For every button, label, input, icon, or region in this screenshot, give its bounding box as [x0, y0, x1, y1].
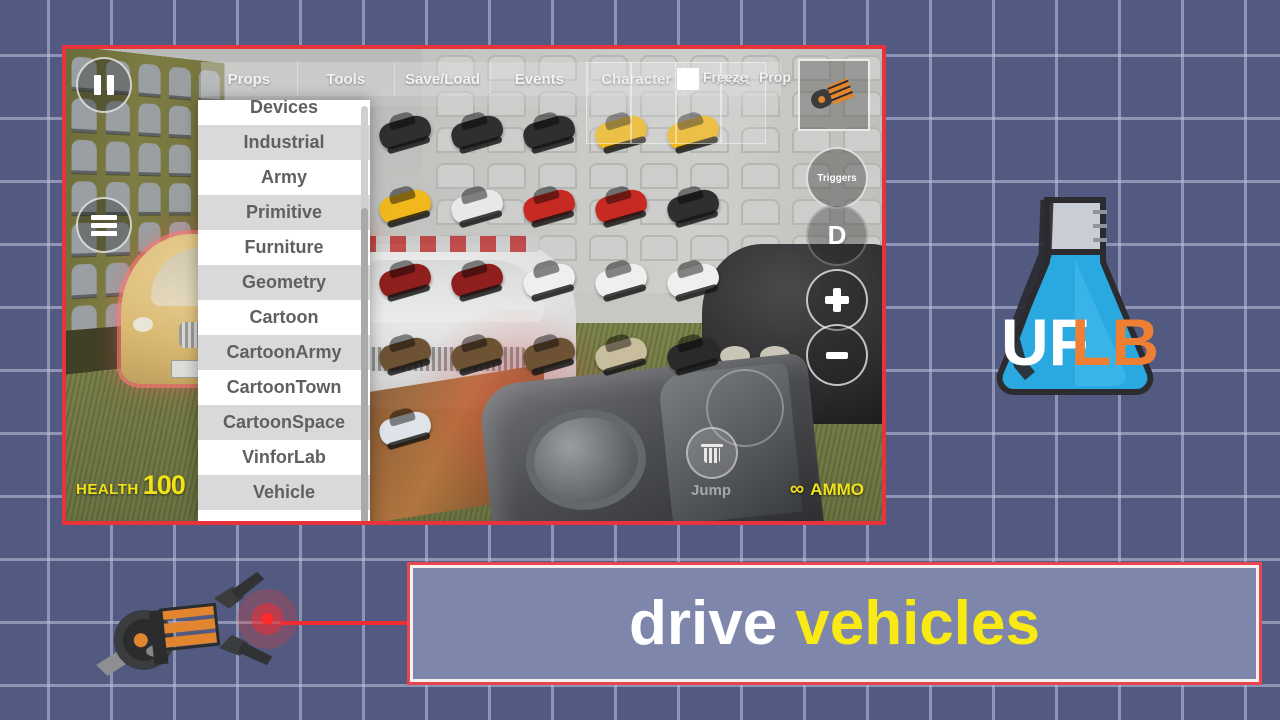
prop-item[interactable]	[371, 175, 439, 247]
infinity-icon: ∞	[790, 478, 804, 501]
car-icon	[520, 186, 577, 225]
category-item-army[interactable]: Army	[198, 160, 370, 195]
ammo-indicator: ∞ AMMO	[790, 478, 864, 501]
prop-item[interactable]	[443, 249, 511, 321]
prop-item[interactable]	[587, 175, 655, 247]
prop-item[interactable]	[371, 101, 439, 173]
category-item-cartoonspace[interactable]: CartoonSpace	[198, 405, 370, 440]
freeze-prop-checkbox[interactable]	[676, 67, 700, 91]
prop-item[interactable]	[515, 101, 583, 173]
pause-icon	[94, 75, 101, 95]
caption-word-drive: drive	[629, 593, 777, 655]
gravity-gun-art	[85, 572, 315, 687]
health-value: 100	[143, 470, 185, 501]
page-root: S-NC 1735	[0, 0, 1280, 720]
prop-item[interactable]	[371, 249, 439, 321]
laser-beam	[280, 621, 408, 625]
car-icon	[376, 112, 433, 151]
prop-item[interactable]	[443, 175, 511, 247]
trash-icon	[704, 444, 720, 463]
health-indicator: HEALTH 100	[76, 470, 185, 501]
category-item-cartoonarmy[interactable]: CartoonArmy	[198, 335, 370, 370]
car-icon	[592, 260, 649, 299]
prop-label: Prop	[759, 69, 791, 85]
menu-button[interactable]	[76, 197, 132, 253]
prop-item[interactable]	[659, 249, 727, 321]
car-icon	[376, 334, 433, 373]
prop-item[interactable]	[587, 323, 655, 395]
prop-item[interactable]	[443, 101, 511, 173]
prop-item[interactable]	[515, 323, 583, 395]
minus-icon	[826, 352, 848, 359]
menu-item-tools[interactable]: Tools	[298, 62, 395, 96]
menu-item-events[interactable]: Events	[491, 62, 588, 96]
car-icon	[664, 260, 721, 299]
prop-item[interactable]	[587, 249, 655, 321]
car-icon	[448, 186, 505, 225]
menu-item-save-load[interactable]: Save/Load	[395, 62, 492, 96]
jump-button[interactable]: Jump	[666, 477, 756, 503]
category-item-cartoon[interactable]: Cartoon	[198, 300, 370, 335]
gravity-gun-icon	[85, 572, 315, 687]
gravity-gun-icon	[807, 73, 861, 115]
weapon-slot[interactable]	[798, 59, 870, 131]
scene-car-headlight-left	[133, 317, 153, 332]
health-label: HEALTH	[76, 481, 139, 498]
prop-item[interactable]	[443, 323, 511, 395]
category-item-cartoontown[interactable]: CartoonTown	[198, 370, 370, 405]
freeze-label: Freeze	[703, 69, 747, 85]
car-icon	[592, 334, 649, 373]
car-icon	[376, 186, 433, 225]
category-item-primitive[interactable]: Primitive	[198, 195, 370, 230]
prop-item[interactable]	[371, 397, 439, 469]
menu-item-props[interactable]: Props	[201, 62, 298, 96]
category-item-vehicle[interactable]: Vehicle	[198, 475, 370, 510]
freeze-slot	[631, 62, 676, 144]
pause-button[interactable]	[76, 57, 132, 113]
car-icon	[520, 260, 577, 299]
flask-icon: UF LB	[975, 190, 1175, 400]
game-screenshot-panel: S-NC 1735	[62, 45, 886, 525]
vflb-logo: UF LB	[975, 190, 1175, 400]
car-icon	[448, 112, 505, 151]
car-icon	[376, 408, 433, 447]
caption-word-vehicles: vehicles	[795, 593, 1040, 655]
prop-item[interactable]	[515, 249, 583, 321]
prop-item[interactable]	[515, 175, 583, 247]
car-icon	[592, 186, 649, 225]
car-icon	[520, 334, 577, 373]
car-icon	[448, 260, 505, 299]
category-item-geometry[interactable]: Geometry	[198, 265, 370, 300]
category-item-furniture[interactable]: Furniture	[198, 230, 370, 265]
ammo-label: AMMO	[810, 480, 864, 500]
hamburger-icon	[91, 212, 117, 239]
freeze-slot	[586, 62, 631, 144]
category-item-devices[interactable]: Devices	[198, 100, 370, 125]
plus-icon	[825, 288, 849, 312]
plus-button[interactable]	[806, 269, 868, 331]
category-panel[interactable]: Devices Industrial Army Primitive Furnit…	[198, 100, 370, 525]
category-item-vinforlab[interactable]: VinforLab	[198, 440, 370, 475]
car-icon	[664, 186, 721, 225]
logo-text-lb: LB	[1071, 305, 1159, 379]
car-icon	[664, 334, 721, 373]
category-scrollbar-thumb[interactable]	[361, 208, 368, 525]
prop-item[interactable]	[659, 175, 727, 247]
triggers-button[interactable]: Triggers	[806, 147, 868, 209]
prop-item[interactable]	[371, 323, 439, 395]
car-icon	[520, 112, 577, 151]
pause-icon	[107, 75, 114, 95]
category-list[interactable]: Devices Industrial Army Primitive Furnit…	[198, 100, 370, 510]
car-icon	[376, 260, 433, 299]
category-item-industrial[interactable]: Industrial	[198, 125, 370, 160]
delete-button[interactable]	[686, 427, 738, 479]
gear-d-button[interactable]: D	[806, 204, 868, 266]
car-icon	[448, 334, 505, 373]
caption-banner: drive vehicles	[407, 562, 1262, 685]
minus-button[interactable]	[806, 324, 868, 386]
